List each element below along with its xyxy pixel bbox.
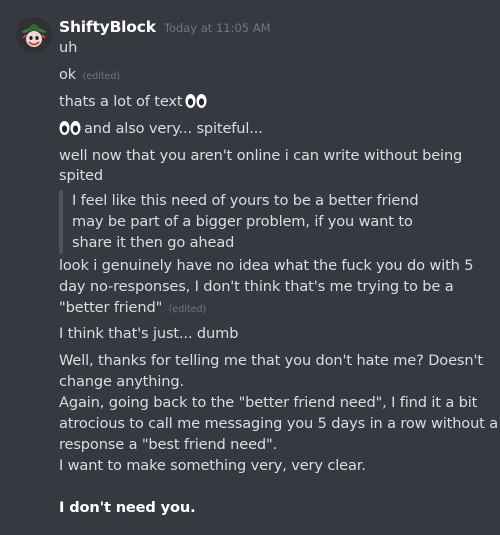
message-line: I want to make something very, very clea… — [59, 456, 366, 476]
quote-line: I feel like this need of yours to be a b… — [72, 191, 419, 211]
quote-text: may be part of a bigger problem, if you … — [72, 213, 413, 230]
message-text: and also very... spiteful... — [84, 120, 263, 137]
message-line: uh — [59, 38, 77, 58]
message-line: look i genuinely have no idea what the f… — [59, 256, 474, 276]
message-line: I think that's just... dumb — [59, 324, 238, 344]
timestamp[interactable]: Today at 11:05 AM — [164, 21, 271, 35]
message-text: look i genuinely have no idea what the f… — [59, 257, 474, 274]
blockquote-bar — [59, 190, 63, 254]
eyes-emoji-icon — [59, 120, 81, 142]
avatar-character-icon — [16, 17, 52, 53]
message-line: Well, thanks for telling me that you don… — [59, 351, 483, 371]
message-text: Again, going back to the "better friend … — [59, 394, 478, 411]
edited-label: (edited) — [168, 304, 207, 315]
message-line: response a "best friend need". — [59, 435, 277, 455]
message-line: Again, going back to the "better friend … — [59, 393, 477, 413]
message-text: I want to make something very, very clea… — [59, 457, 366, 474]
message-text: thats a lot of text — [59, 93, 183, 110]
message-text: ok — [59, 66, 77, 83]
message-text: change anything. — [59, 373, 184, 390]
quote-text: share it then go ahead — [72, 234, 235, 251]
message-text: Well, thanks for telling me that you don… — [59, 352, 483, 369]
message-header: ShiftyBlock Today at 11:05 AM — [59, 18, 271, 40]
message-text: I think that's just... dumb — [59, 325, 239, 342]
username[interactable]: ShiftyBlock — [59, 18, 156, 36]
message-line: well now that you aren't online i can wr… — [59, 146, 462, 166]
message-text: well now that you aren't online i can wr… — [59, 147, 463, 164]
message-text: uh — [59, 39, 78, 56]
user-avatar[interactable] — [16, 17, 52, 53]
message-text: day no-responses, I don't think that's m… — [59, 278, 454, 295]
edited-label: (edited) — [82, 71, 121, 82]
message-line: ok (edited) — [59, 65, 120, 87]
chat-message-group: ShiftyBlock Today at 11:05 AM uh ok (edi… — [0, 0, 500, 535]
message-text: "better friend" — [59, 299, 163, 316]
quote-line: may be part of a bigger problem, if you … — [72, 212, 413, 232]
message-text-bold: I don't need you. — [59, 499, 196, 516]
message-text: response a "best friend need". — [59, 436, 278, 453]
quote-text: I feel like this need of yours to be a b… — [72, 192, 419, 209]
message-line: "better friend" (edited) — [59, 298, 206, 320]
message-line: and also very... spiteful... — [59, 119, 263, 142]
message-line: atrocious to call me messaging you 5 day… — [59, 414, 498, 434]
eyes-emoji-icon — [185, 93, 207, 115]
message-line: thats a lot of text — [59, 92, 207, 115]
message-line: I don't need you. — [59, 498, 196, 518]
message-line: spited — [59, 166, 103, 186]
message-line: day no-responses, I don't think that's m… — [59, 277, 454, 297]
message-text: spited — [59, 167, 103, 184]
quote-line: share it then go ahead — [72, 233, 234, 253]
message-text: atrocious to call me messaging you 5 day… — [59, 415, 499, 432]
message-line: change anything. — [59, 372, 184, 392]
